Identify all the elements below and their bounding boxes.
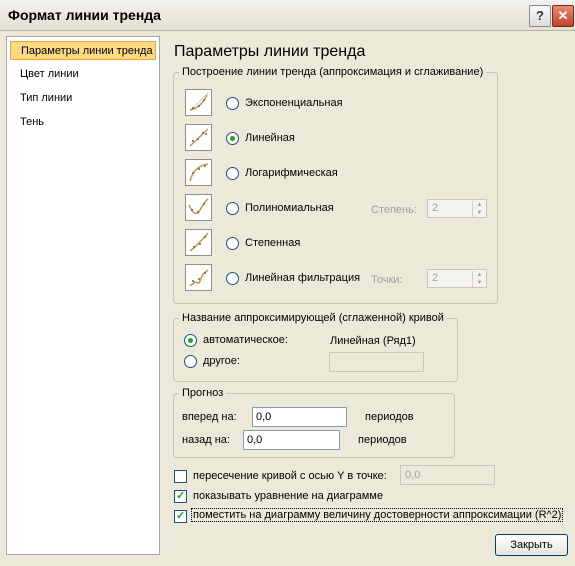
power-radio[interactable] bbox=[226, 237, 239, 250]
spin-up-icon[interactable]: ▲ bbox=[472, 271, 486, 279]
logarithmic-radio[interactable] bbox=[226, 167, 239, 180]
nav-item-trendline-options[interactable]: Параметры линии тренда bbox=[10, 41, 156, 60]
forecast-group-legend: Прогноз bbox=[179, 387, 227, 399]
points-spinner[interactable]: 2 ▲ ▼ bbox=[427, 269, 487, 288]
points-label: Точки: bbox=[371, 274, 403, 286]
intercept-value: 0,0 bbox=[405, 469, 421, 481]
show-equation-checkbox[interactable] bbox=[174, 489, 187, 503]
panel-title: Параметры линии тренда bbox=[174, 43, 366, 60]
forecast-backward-periods: периодов bbox=[358, 434, 407, 446]
trendline-name-group bbox=[173, 318, 458, 382]
trend-type-group-legend: Построение линии тренда (аппроксимация и… bbox=[179, 66, 487, 78]
forecast-backward-label: назад на: bbox=[182, 434, 230, 446]
nav-item-line-color[interactable]: Цвет линии bbox=[10, 65, 156, 84]
forecast-backward-input[interactable]: 0,0 bbox=[243, 430, 340, 450]
moving-average-label: Линейная фильтрация bbox=[245, 272, 361, 284]
linear-trend-icon bbox=[185, 124, 212, 151]
help-button[interactable]: ? bbox=[529, 5, 551, 27]
window-title: Формат линии тренда bbox=[8, 7, 161, 23]
forecast-forward-value: 0,0 bbox=[256, 411, 272, 423]
show-equation-label: показывать уравнение на диаграмме bbox=[193, 490, 383, 502]
forecast-backward-value: 0,0 bbox=[247, 434, 263, 446]
name-custom-radio[interactable] bbox=[184, 355, 197, 368]
intercept-value-field[interactable]: 0,0 bbox=[400, 465, 495, 485]
power-trend-icon bbox=[185, 229, 212, 256]
forecast-forward-periods: периодов bbox=[365, 411, 414, 423]
name-custom-label: другое: bbox=[203, 355, 240, 367]
logarithmic-label: Логарифмическая bbox=[245, 167, 338, 179]
window-close-button[interactable]: ✕ bbox=[552, 5, 574, 27]
spin-up-icon[interactable]: ▲ bbox=[472, 201, 486, 209]
degree-value: 2 bbox=[432, 202, 439, 214]
power-label: Степенная bbox=[245, 237, 301, 249]
degree-spinner[interactable]: 2 ▲ ▼ bbox=[427, 199, 487, 218]
exponential-label: Экспоненциальная bbox=[245, 97, 343, 109]
exponential-trend-icon bbox=[185, 89, 212, 116]
name-automatic-radio[interactable] bbox=[184, 334, 197, 347]
category-list: Параметры линии тренда Цвет линии Тип ли… bbox=[6, 36, 160, 555]
linear-radio[interactable] bbox=[226, 132, 239, 145]
set-intercept-checkbox[interactable] bbox=[174, 470, 187, 483]
name-custom-field[interactable] bbox=[329, 352, 424, 372]
moving-average-trend-icon bbox=[185, 264, 212, 291]
trendline-name-group-legend: Название аппроксимирующей (сглаженной) к… bbox=[179, 312, 447, 324]
nav-item-line-style[interactable]: Тип линии bbox=[10, 89, 156, 108]
degree-label: Степень: bbox=[371, 204, 417, 216]
spin-down-icon[interactable]: ▼ bbox=[472, 209, 486, 217]
set-intercept-label: пересечение кривой с осью Y в точке: bbox=[193, 470, 387, 482]
close-button[interactable]: Закрыть bbox=[495, 534, 568, 556]
forecast-forward-label: вперед на: bbox=[182, 411, 237, 423]
title-bar: Формат линии тренда ? ✕ bbox=[0, 0, 575, 31]
show-r-squared-checkbox[interactable] bbox=[174, 509, 187, 523]
nav-item-shadow[interactable]: Тень bbox=[10, 113, 156, 132]
moving-average-radio[interactable] bbox=[226, 272, 239, 285]
show-r-squared-label: поместить на диаграмму величину достовер… bbox=[190, 508, 564, 522]
polynomial-label: Полиномиальная bbox=[245, 202, 334, 214]
logarithmic-trend-icon bbox=[185, 159, 212, 186]
forecast-forward-input[interactable]: 0,0 bbox=[252, 407, 347, 427]
polynomial-radio[interactable] bbox=[226, 202, 239, 215]
name-automatic-value: Линейная (Ряд1) bbox=[330, 335, 416, 347]
exponential-radio[interactable] bbox=[226, 97, 239, 110]
linear-label: Линейная bbox=[245, 132, 295, 144]
name-automatic-label: автоматическое: bbox=[203, 334, 288, 346]
polynomial-trend-icon bbox=[185, 194, 212, 221]
spin-down-icon[interactable]: ▼ bbox=[472, 279, 486, 287]
points-value: 2 bbox=[432, 272, 439, 284]
